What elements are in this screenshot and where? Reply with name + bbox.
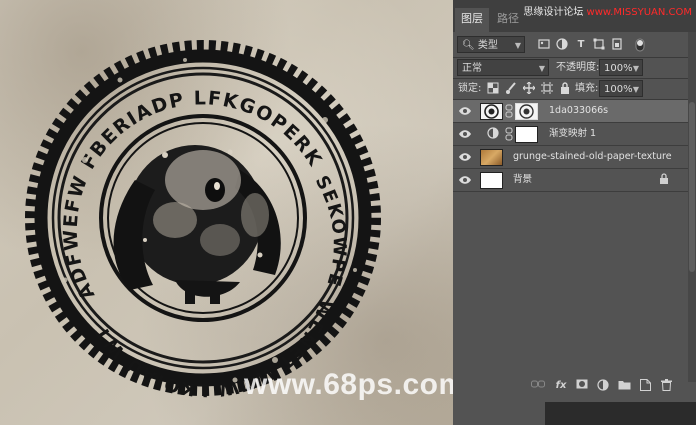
fill-value: 100% — [604, 84, 633, 95]
filter-shape-icon[interactable] — [592, 38, 606, 52]
layers-footer: fx — [453, 375, 688, 399]
filter-kind-select[interactable]: 🔍︎ 类型 ▼ — [457, 36, 525, 53]
filter-kind-label: 类型 — [477, 40, 498, 51]
filter-pixel-icon[interactable] — [537, 38, 551, 52]
layers-scrollbar[interactable] — [688, 32, 696, 382]
opacity-value: 100% — [604, 63, 633, 74]
layer-row[interactable]: 背景 — [453, 169, 688, 192]
layer-thumbnail — [480, 172, 503, 189]
chevron-down-icon: ▼ — [632, 85, 639, 94]
adjustment-icon[interactable] — [596, 379, 610, 393]
chevron-down-icon: ▼ — [632, 64, 639, 73]
lock-row: 锁定: 填充: 100% ▼ — [453, 79, 688, 99]
watermark-text: www.68ps.com — [244, 368, 453, 401]
opacity-label: 不透明度: — [556, 62, 600, 73]
fill-input[interactable]: 100% ▼ — [599, 80, 643, 97]
layer-name: 渐变映射 1 — [549, 128, 597, 139]
search-icon: 🔍︎ — [462, 40, 475, 51]
filter-toggle-switch[interactable] — [633, 38, 647, 52]
layer-mask-thumbnail[interactable] — [515, 103, 538, 120]
new-layer-icon[interactable] — [638, 379, 652, 393]
panel-bottom-strip — [453, 402, 545, 425]
link-icon[interactable] — [505, 127, 513, 141]
link-layers-icon[interactable] — [531, 379, 545, 393]
group-folder-icon[interactable] — [617, 379, 631, 393]
blend-row: 正常 ▼ 不透明度: 100% ▼ — [453, 58, 688, 78]
eye-icon[interactable] — [459, 105, 471, 117]
layer-name: 1da033066s — [549, 105, 609, 116]
layers-panel: 图层 路径 思缘设计论坛 www.MISSYUAN.COM 🔍︎ 类型 ▼ T — [453, 0, 696, 425]
eye-icon[interactable] — [459, 174, 471, 186]
layer-name: grunge-stained-old-paper-texture — [513, 151, 672, 162]
blend-mode-select[interactable]: 正常 ▼ — [457, 59, 549, 76]
tab-layers[interactable]: 图层 — [455, 8, 489, 32]
tab-paths[interactable]: 路径 — [491, 8, 525, 32]
brand-cn: 思缘设计论坛 — [523, 7, 584, 18]
scrollbar-thumb[interactable] — [689, 102, 695, 272]
eye-icon[interactable] — [459, 128, 471, 140]
fx-icon[interactable]: fx — [554, 379, 568, 393]
panel-tab-bar: 图层 路径 思缘设计论坛 www.MISSYUAN.COM — [453, 0, 696, 32]
lock-label: 锁定: — [458, 83, 482, 94]
layer-row[interactable]: 1da033066s — [453, 100, 688, 123]
layer-thumbnail — [480, 149, 503, 166]
chevron-down-icon: ▼ — [538, 64, 545, 73]
brand-url: www.MISSYUAN.COM — [586, 7, 692, 18]
lock-position-move-icon[interactable] — [522, 81, 536, 96]
lock-pixels-brush-icon[interactable] — [504, 82, 518, 96]
blend-mode-value: 正常 — [462, 63, 482, 74]
trash-icon[interactable] — [659, 379, 673, 393]
stamp-artwork: ADFWEFW FBERIADP LFKGOPERKGP SEKOWPET WE… — [25, 40, 381, 400]
adjustment-layer-icon — [486, 127, 500, 141]
rabbit-illustration — [113, 145, 281, 304]
link-icon[interactable] — [505, 104, 513, 118]
filter-type-icon[interactable]: T — [574, 38, 588, 52]
opacity-input[interactable]: 100% ▼ — [599, 59, 643, 76]
fill-label: 填充: — [575, 83, 599, 94]
eye-icon[interactable] — [459, 151, 471, 163]
workspace-background — [545, 402, 696, 425]
lock-icon — [657, 173, 671, 187]
document-canvas[interactable]: ADFWEFW FBERIADP LFKGOPERKGP SEKOWPET WE… — [0, 0, 453, 425]
layer-name: 背景 — [513, 174, 533, 185]
layer-row[interactable]: 渐变映射 1 — [453, 123, 688, 146]
brand-watermark: 思缘设计论坛 www.MISSYUAN.COM — [523, 3, 692, 18]
lock-artboard-icon[interactable] — [540, 82, 554, 96]
add-mask-icon[interactable] — [575, 379, 589, 393]
filter-smartobject-icon[interactable] — [610, 38, 624, 52]
layer-row[interactable]: grunge-stained-old-paper-texture — [453, 146, 688, 169]
layer-mask-thumbnail[interactable] — [515, 126, 538, 143]
filter-adjustment-icon[interactable] — [555, 38, 569, 52]
lock-all-icon[interactable] — [558, 82, 572, 96]
chevron-down-icon: ▼ — [514, 41, 521, 50]
lock-transparent-icon[interactable] — [486, 82, 500, 96]
layer-thumbnail — [480, 103, 503, 120]
filter-row: 🔍︎ 类型 ▼ T — [453, 35, 688, 55]
